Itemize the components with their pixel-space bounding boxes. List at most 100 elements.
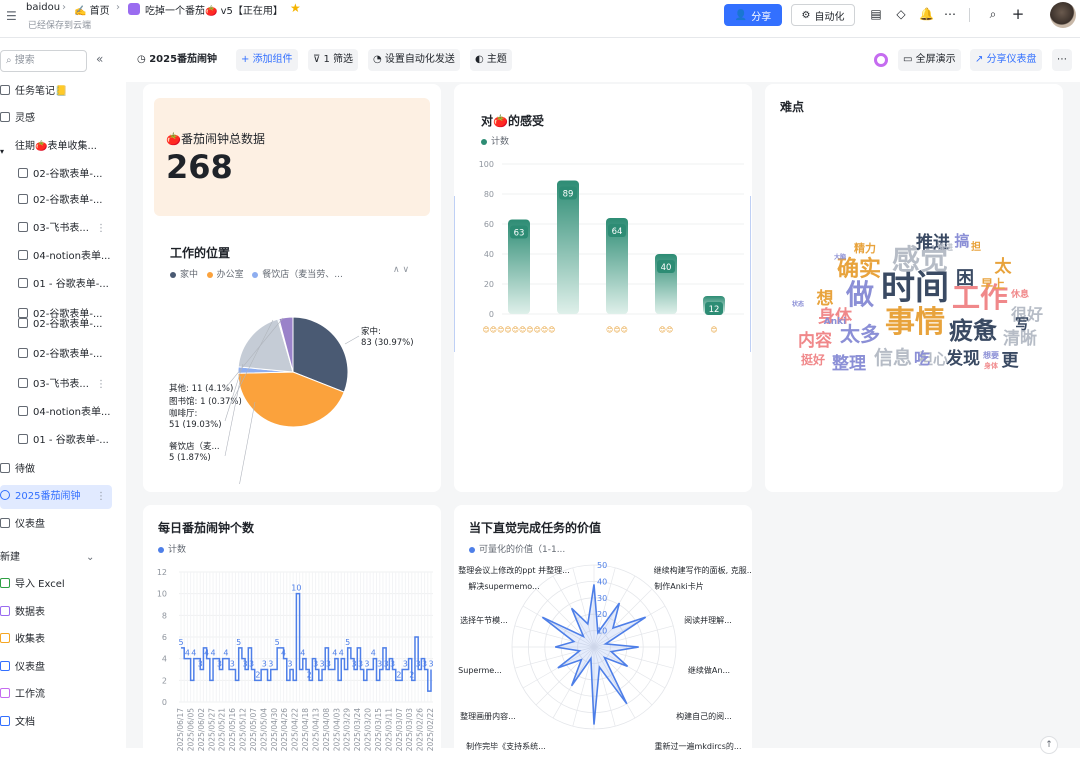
share-dashboard-button[interactable]: ↗ 分享仪表盘 [970, 49, 1042, 71]
breadcrumb-home[interactable]: ✍️ 首页 [74, 2, 110, 17]
chevron-right-icon: › [116, 2, 120, 13]
radar-axis-label: 解决supermemo... [468, 581, 539, 591]
sidebar-item[interactable]: 待做 [0, 458, 112, 482]
search-input[interactable]: ⌕ 搜索 [0, 50, 87, 72]
pie-label: 咖啡厅: [169, 408, 197, 419]
card-daily[interactable]: 每日番茄闹钟个数 计数 0 2 4 6 8 10 12 5 4 4 3 4 4 3 4 3 5 3 3 2 3 3 5 4 3 1… [143, 505, 441, 765]
add-widget-button[interactable]: + 添加组件 [236, 49, 298, 71]
new-item-label: 收集表 [15, 634, 45, 646]
new-item[interactable]: 导入 Excel [0, 573, 112, 597]
new-item[interactable]: 收集表 [0, 628, 112, 652]
doc-icon [0, 716, 10, 726]
filter-button[interactable]: ⊽ 1 筛选 [308, 49, 359, 71]
more-icon[interactable]: ⋮ [96, 217, 106, 241]
sidebar-item[interactable]: 02-谷歌表单-... [0, 163, 112, 187]
y-tick-label: 2 [162, 676, 167, 685]
plus-icon[interactable]: + [1011, 7, 1025, 22]
legend-pager[interactable]: ∧ ∨ [393, 265, 409, 275]
saved-status: 已经保存到云端 [28, 21, 92, 31]
filter-icon: ⊽ [313, 54, 324, 65]
plugin-icon[interactable]: ◇ [894, 7, 908, 21]
excel-icon [0, 578, 10, 588]
sidebar-item[interactable]: 03-飞书表... ⋮ [0, 373, 112, 397]
radar-axis-label: 继续构建写作的面板, 克服... [654, 565, 752, 575]
data-label: 4 [185, 649, 190, 658]
radar-axis-label: 制作完毕《支持系统... [466, 741, 546, 751]
x-tick-label: 2025/04/03 [332, 708, 341, 751]
x-tick-label: 2025/05/04 [259, 708, 268, 751]
more-icon[interactable]: ⋮ [96, 485, 106, 509]
share-button[interactable]: 👤 分享 [724, 4, 782, 26]
ai-icon[interactable] [874, 53, 888, 67]
sidebar-item[interactable]: 02-谷歌表单-... [0, 313, 112, 337]
sidebar-item[interactable]: 01 - 谷歌表单-... [0, 429, 112, 453]
table-icon [18, 406, 28, 416]
new-item[interactable]: 仪表盘 [0, 656, 112, 680]
sidebar-item[interactable]: 仪表盘 [0, 513, 112, 537]
sidebar-item[interactable]: 04-notion表单... [0, 401, 112, 425]
sidebar-section-new[interactable]: 新建 ⌄ [0, 546, 112, 570]
sidebar-item[interactable]: 任务笔记📒 [0, 80, 112, 104]
sidebar-item-label: 03-飞书表... [33, 379, 89, 390]
x-tick-label: 😊😊😊😊😊😊😊😊😊😊 [483, 326, 556, 334]
card-feeling[interactable]: 对🍅的感受 计数 0 20 40 60 80 100 63 😊😊😊😊😊😊😊😊😊😊 89 64 😊😊😊… [454, 84, 752, 492]
doc-icon[interactable]: ▤ [869, 7, 883, 21]
sidebar-item[interactable]: 03-飞书表... ⋮ [0, 217, 112, 241]
sidebar-item[interactable]: 2025番茄闹钟 ⋮ [0, 485, 112, 509]
sidebar-item-label: 01 - 谷歌表单-... [33, 279, 109, 290]
clock-icon [0, 490, 10, 500]
sidebar-item[interactable]: 灵感 [0, 107, 112, 131]
word-cloud-word: 事情 [885, 305, 945, 340]
sidebar-item[interactable]: 04-notion表单... [0, 245, 112, 269]
value-title: 当下直觉完成任务的价值 [469, 521, 602, 535]
radar-series[interactable] [541, 584, 647, 725]
new-item[interactable]: 文档 [0, 711, 112, 735]
more-icon[interactable]: ⋯ [943, 7, 957, 21]
bar-value-label: 63 [514, 229, 525, 239]
sidebar-item[interactable]: 02-谷歌表单-... [0, 343, 112, 367]
sidebar-item[interactable]: ▾ 往期🍅表单收集... [0, 135, 112, 159]
dashboard-toolbar: ◷ 2025番茄闹钟 + 添加组件 ⊽ 1 筛选 ◔ 设置自动化发送 ◐ 主题 … [118, 38, 1080, 82]
scroll-up-icon[interactable]: ↑ [1040, 736, 1058, 754]
card-value[interactable]: 当下直觉完成任务的价值 可量化的价值（1-1... 10 20 30 40 50 整理会议… [454, 505, 752, 765]
card-total-and-location[interactable]: 🍅番茄闹钟总数据 268 工作的位置 家中 办公室 餐饮店（麦当劳、... ∧ … [143, 84, 441, 492]
more-icon[interactable]: ⋯ [1052, 49, 1072, 71]
data-label: 4 [339, 649, 344, 658]
present-icon: ▭ [903, 54, 916, 65]
data-label: 3 [377, 660, 382, 669]
doc-title[interactable]: 吃掉一个番茄🍅 v5【正在用】 [145, 2, 283, 17]
breadcrumb-workspace[interactable]: baidou [26, 2, 60, 13]
pie-label: 家中: [361, 326, 381, 337]
x-tick-label: 2025/03/07 [395, 708, 404, 751]
auto-send-button[interactable]: ◔ 设置自动化发送 [368, 49, 460, 71]
search-icon[interactable]: ⌕ [986, 7, 1000, 21]
collapse-sidebar-icon[interactable]: « [96, 52, 103, 66]
x-tick-label: 2025/03/15 [374, 708, 383, 751]
avatar[interactable] [1050, 2, 1076, 28]
menu-icon[interactable]: ☰ [6, 9, 17, 23]
sidebar-item-label: 02-谷歌表单-... [33, 169, 103, 180]
bar[interactable] [557, 180, 579, 315]
y-tick-label: 60 [484, 220, 494, 229]
data-label: 3 [428, 660, 433, 669]
theme-button[interactable]: ◐ 主题 [470, 49, 512, 71]
x-tick-label: 2025/06/17 [176, 708, 185, 751]
sidebar-item[interactable]: 01 - 谷歌表单-... [0, 273, 112, 297]
fullscreen-button[interactable]: ▭ 全屏演示 [898, 49, 961, 71]
pie-value: 51 (19.03%) [169, 420, 222, 430]
card-difficulty[interactable]: 难点 时间 事情 工作做疲惫 感觉 确实 太多 身体 发现 信息 整理 推进 内容 担心太困想吃清晰 很好… [765, 84, 1063, 492]
data-label: 3 [403, 660, 408, 669]
automation-button[interactable]: ⚙ 自动化 [791, 4, 855, 26]
bell-icon[interactable]: 🔔 [919, 7, 934, 21]
data-label: 2 [409, 670, 414, 679]
star-icon[interactable]: ★ [290, 1, 301, 15]
x-tick-label: 😊 [710, 326, 717, 334]
new-item[interactable]: 数据表 [0, 601, 112, 625]
word-cloud-word: 状态 [792, 300, 804, 308]
sidebar-item[interactable]: 02-谷歌表单-... [0, 189, 112, 213]
sidebar-item-label: 02-谷歌表单-... [33, 195, 103, 206]
new-item-label: 数据表 [15, 606, 45, 618]
new-item[interactable]: 工作流 [0, 683, 112, 707]
y-tick-label: 0 [162, 698, 167, 707]
more-icon[interactable]: ⋮ [96, 373, 106, 397]
